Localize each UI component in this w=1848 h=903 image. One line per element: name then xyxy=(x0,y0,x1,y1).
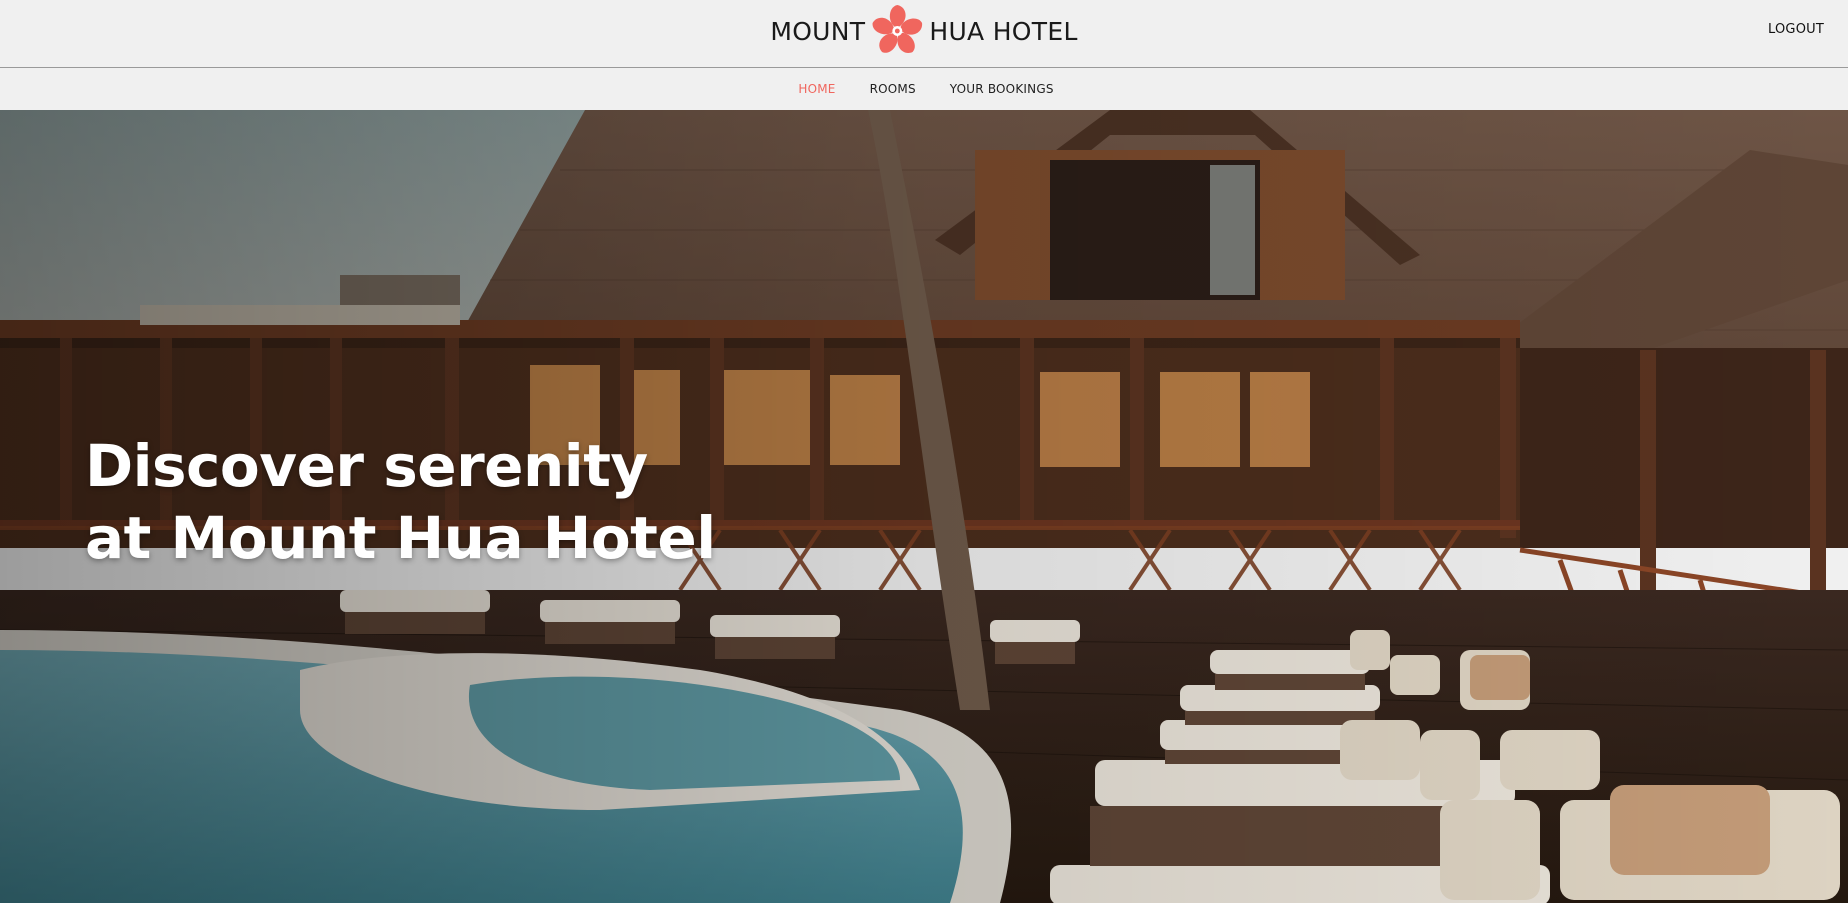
brand-name-left: MOUNT xyxy=(770,16,866,46)
hero-heading-line-2: at Mount Hua Hotel xyxy=(85,504,716,572)
hero-heading: Discover serenity at Mount Hua Hotel xyxy=(85,430,716,574)
plum-blossom-icon xyxy=(872,5,923,53)
nav-your-bookings[interactable]: YOUR BOOKINGS xyxy=(946,82,1054,96)
brand-logo[interactable]: MOUNT HUA HOTEL xyxy=(770,4,1077,58)
hero-heading-line-1: Discover serenity xyxy=(85,432,648,500)
main-nav: HOME ROOMS YOUR BOOKINGS xyxy=(0,68,1848,110)
nav-home[interactable]: HOME xyxy=(794,82,835,96)
nav-rooms[interactable]: ROOMS xyxy=(866,82,916,96)
top-header: MOUNT HUA HOTEL LOGOUT xyxy=(0,0,1848,68)
logout-link[interactable]: LOGOUT xyxy=(1768,22,1824,37)
brand-name-right: HUA HOTEL xyxy=(929,16,1078,46)
hero-banner: Discover serenity at Mount Hua Hotel xyxy=(0,110,1848,903)
